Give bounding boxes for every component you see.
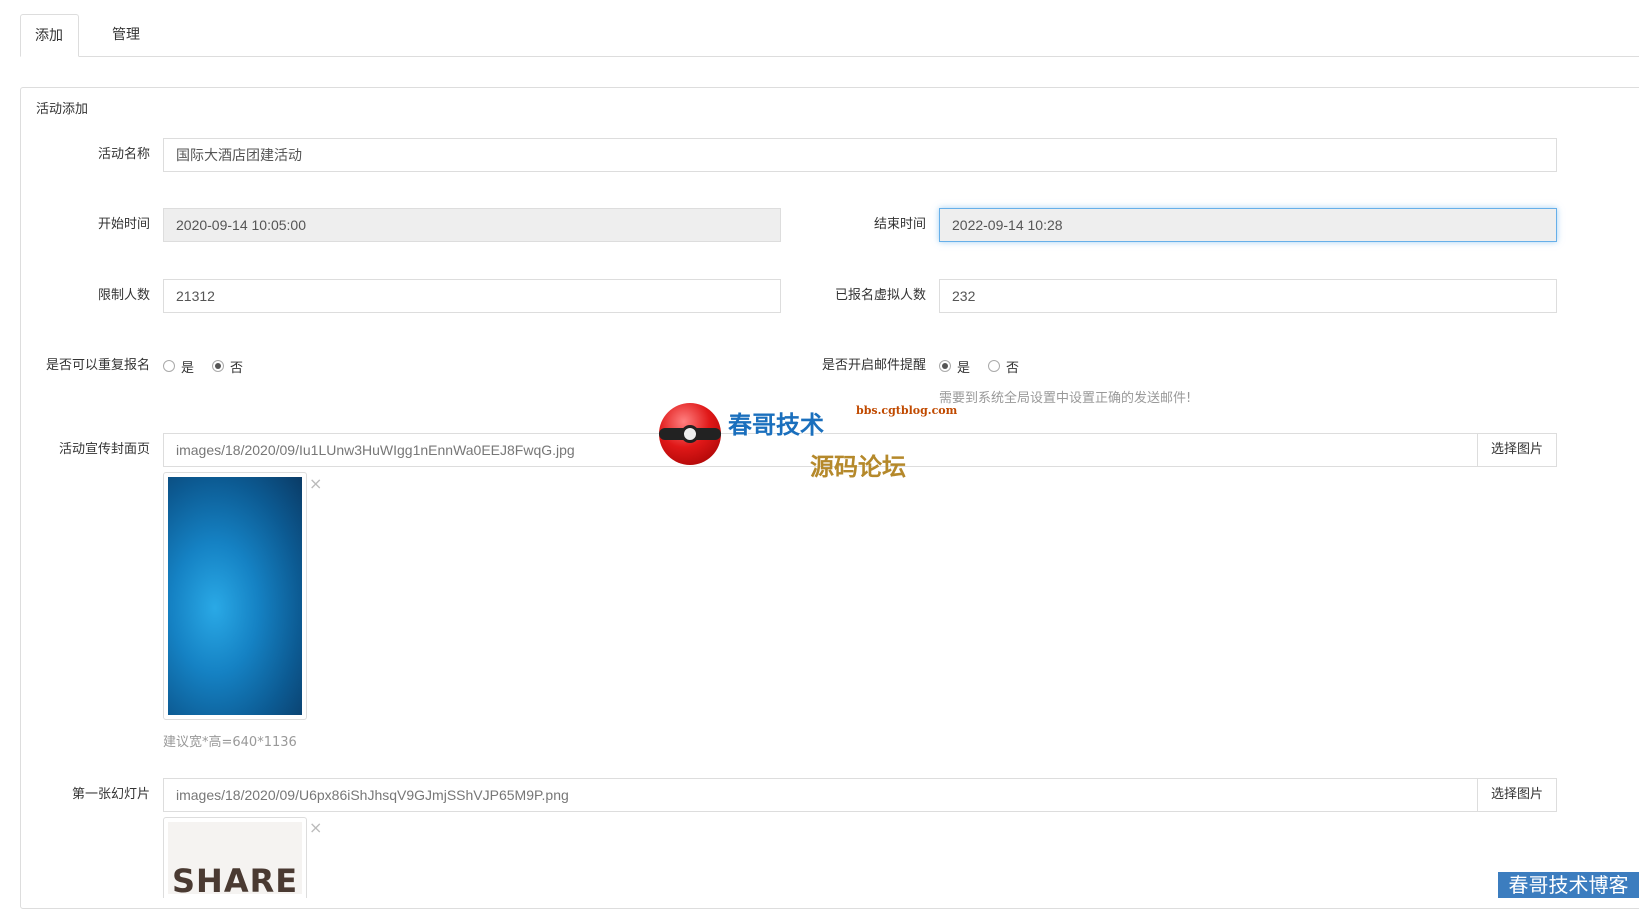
repeat-signup-yes-label[interactable]: 是 (181, 357, 194, 376)
end-time-input[interactable]: 2022-09-14 10:28 (939, 208, 1557, 242)
slide1-remove-icon[interactable]: × (309, 820, 322, 836)
repeat-signup-label: 是否可以重复报名 (45, 358, 150, 373)
slide1-thumbnail: SHARE (163, 817, 307, 898)
email-remind-help: 需要到系统全局设置中设置正确的发送邮件! (939, 391, 1192, 406)
start-time-label: 开始时间 (97, 217, 150, 232)
email-remind-label: 是否开启邮件提醒 (821, 358, 926, 373)
watermark-subtitle: 源码论坛 (810, 452, 906, 481)
slide1-path-input[interactable]: images/18/2020/09/U6px86iShJhsqV9GJmjSSh… (163, 778, 1479, 812)
watermark-url: bbs.cgtblog.com (856, 404, 958, 417)
slide1-image-text: SHARE (172, 862, 299, 894)
virtual-count-input[interactable]: 232 (939, 279, 1557, 313)
tab-bar: 添加 管理 (20, 14, 1639, 57)
virtual-count-label: 已报名虚拟人数 (834, 288, 926, 303)
slide1-image: SHARE (168, 822, 302, 894)
watermark-corner: 春哥技术博客 (1498, 872, 1639, 898)
cover-select-image-button[interactable]: 选择图片 (1477, 433, 1557, 467)
start-time-input[interactable]: 2020-09-14 10:05:00 (163, 208, 781, 242)
name-input[interactable]: 国际大酒店团建活动 (163, 138, 1557, 172)
email-remind-no-radio[interactable] (988, 360, 1001, 372)
limit-input[interactable]: 21312 (163, 279, 781, 313)
repeat-signup-no-radio[interactable] (212, 360, 225, 372)
cover-label: 活动宣传封面页 (58, 442, 150, 457)
panel-title: 活动添加 (36, 102, 89, 117)
repeat-signup-radio-group: 是 否 (163, 356, 255, 376)
slide1-label: 第一张幻灯片 (71, 787, 150, 802)
limit-label: 限制人数 (97, 288, 150, 303)
cover-remove-icon[interactable]: × (309, 476, 322, 492)
email-remind-yes-label[interactable]: 是 (957, 357, 970, 376)
repeat-signup-no-label[interactable]: 否 (230, 357, 243, 376)
email-remind-radio-group: 是 否 (939, 356, 1031, 376)
end-time-label: 结束时间 (873, 217, 926, 232)
cover-size-help: 建议宽*高=640*1136 (163, 735, 297, 750)
watermark-title: 春哥技术 (728, 410, 824, 439)
email-remind-no-label[interactable]: 否 (1006, 357, 1019, 376)
email-remind-yes-radio[interactable] (939, 360, 951, 372)
repeat-signup-yes-radio[interactable] (163, 360, 175, 372)
watermark-logo-dot (681, 425, 699, 443)
cover-thumbnail (163, 472, 307, 720)
cover-image (168, 477, 302, 715)
name-label: 活动名称 (97, 147, 150, 162)
slide1-select-image-button[interactable]: 选择图片 (1477, 778, 1557, 812)
tab-manage[interactable]: 管理 (98, 14, 154, 56)
tab-add[interactable]: 添加 (20, 14, 79, 57)
